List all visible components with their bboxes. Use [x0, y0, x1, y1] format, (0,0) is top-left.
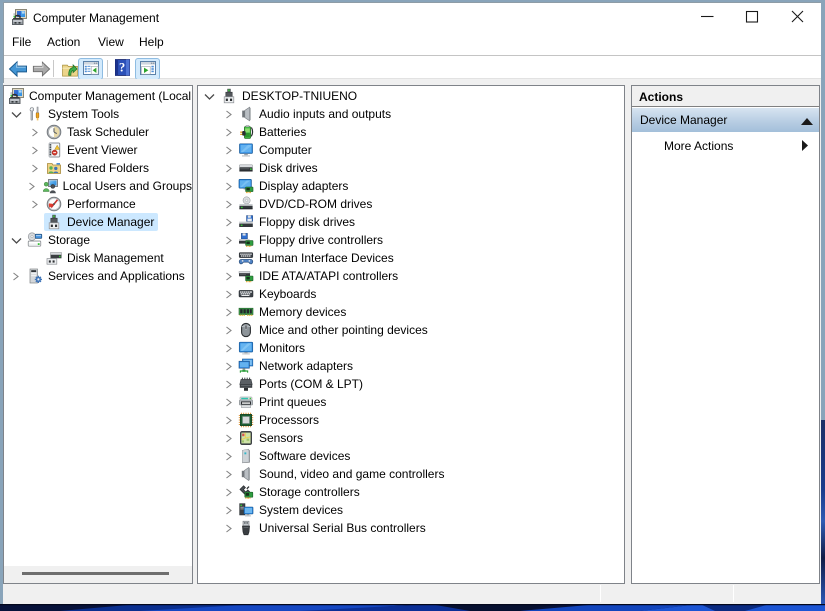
- svg-text:?: ?: [119, 60, 125, 74]
